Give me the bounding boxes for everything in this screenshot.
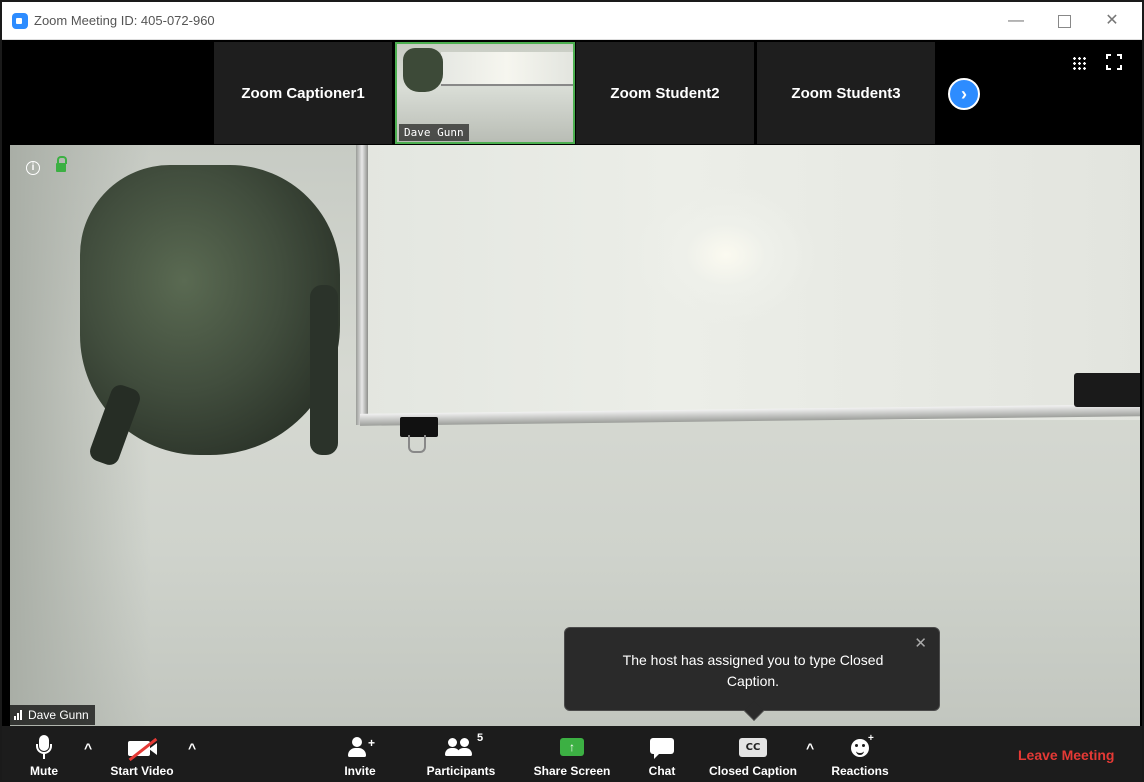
- gallery-view-icon[interactable]: [1072, 56, 1086, 70]
- encryption-lock-icon[interactable]: [56, 156, 67, 173]
- mute-button[interactable]: Mute: [24, 726, 64, 780]
- invite-button[interactable]: + Invite: [340, 726, 380, 780]
- video-binder-clip: [400, 417, 438, 437]
- participant-name: Zoom Captioner1: [241, 84, 365, 102]
- share-screen-button[interactable]: ↑ Share Screen: [533, 726, 611, 780]
- speaker-name-tag: Dave Gunn: [10, 705, 95, 725]
- meeting-toolbar: Mute ^ Start Video ^ + Invite 5 Particip…: [2, 726, 1142, 780]
- participant-tile-student2[interactable]: Zoom Student2: [576, 42, 754, 144]
- signal-strength-icon: [14, 710, 24, 720]
- caption-assignment-toast: The host has assigned you to type Closed…: [564, 627, 940, 721]
- mute-label: Mute: [30, 764, 58, 778]
- participant-name: Zoom Student3: [791, 84, 901, 102]
- next-page-arrow-icon[interactable]: ›: [948, 78, 980, 110]
- speaker-name: Dave Gunn: [28, 708, 89, 722]
- fullscreen-icon[interactable]: [1106, 54, 1122, 70]
- participant-tile-dave-gunn[interactable]: Dave Gunn: [395, 42, 575, 144]
- chat-button[interactable]: Chat: [644, 726, 680, 780]
- leave-meeting-button[interactable]: Leave Meeting: [1018, 747, 1114, 763]
- start-video-label: Start Video: [110, 764, 174, 778]
- video-whiteboard: [356, 145, 1140, 420]
- participant-name: Dave Gunn: [399, 124, 469, 141]
- chat-label: Chat: [648, 764, 676, 778]
- toast-close-icon[interactable]: ✕: [914, 634, 927, 652]
- reactions-label: Reactions: [831, 764, 889, 778]
- maximize-button[interactable]: [1044, 8, 1084, 34]
- reaction-smiley-icon: +: [842, 732, 878, 762]
- window-title: Zoom Meeting ID: 405-072-960: [34, 13, 215, 28]
- participant-tile-captioner1[interactable]: Zoom Captioner1: [214, 42, 392, 144]
- closed-caption-label: Closed Caption: [708, 764, 797, 778]
- participant-name: Zoom Student2: [610, 84, 720, 102]
- minimize-button[interactable]: —: [996, 8, 1036, 34]
- invite-label: Invite: [344, 764, 376, 778]
- participants-count: 5: [477, 732, 484, 744]
- meeting-info-icon[interactable]: i: [26, 161, 40, 175]
- participants-label: Participants: [426, 764, 496, 778]
- zoom-logo-icon: [12, 13, 28, 29]
- caption-options-caret-icon[interactable]: ^: [806, 740, 814, 756]
- participant-tile-student3[interactable]: Zoom Student3: [757, 42, 935, 144]
- audio-options-caret-icon[interactable]: ^: [84, 740, 92, 756]
- video-options-caret-icon[interactable]: ^: [188, 740, 196, 756]
- close-window-button[interactable]: ✕: [1092, 8, 1132, 34]
- thumbnail-backpack: [403, 48, 443, 92]
- closed-caption-icon: CC: [735, 732, 771, 762]
- video-eraser: [1074, 373, 1140, 407]
- closed-caption-button[interactable]: CC Closed Caption: [705, 726, 801, 780]
- participant-strip: Zoom Captioner1 Dave Gunn ✗ Zoom Student…: [2, 40, 1142, 144]
- share-screen-icon: ↑: [554, 732, 590, 762]
- microphone-icon: [26, 732, 62, 762]
- title-bar: Zoom Meeting ID: 405-072-960 — ✕: [2, 2, 1142, 40]
- zoom-meeting-window: Zoom Meeting ID: 405-072-960 — ✕ Zoom Ca…: [0, 0, 1144, 782]
- thumbnail-whiteboard: [441, 52, 573, 86]
- start-video-button[interactable]: Start Video: [108, 726, 176, 780]
- video-off-icon: [124, 732, 160, 762]
- toast-message: The host has assigned you to type Closed…: [622, 652, 884, 689]
- reactions-button[interactable]: + Reactions: [828, 726, 892, 780]
- participants-button[interactable]: 5 Participants: [426, 726, 496, 780]
- chat-bubble-icon: [644, 732, 680, 762]
- add-user-icon: +: [342, 732, 378, 762]
- share-screen-label: Share Screen: [533, 764, 611, 778]
- participants-icon: 5: [443, 732, 483, 762]
